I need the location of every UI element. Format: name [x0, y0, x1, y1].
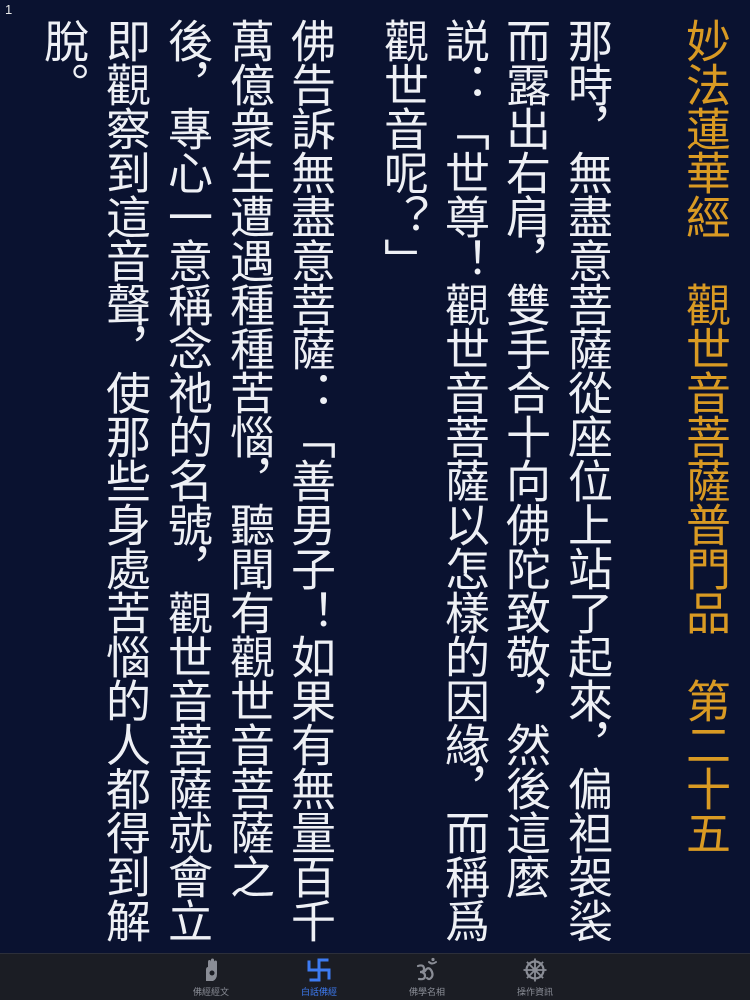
hand-icon [206, 958, 217, 981]
tab-operation-info[interactable]: 操作資訊 [490, 954, 580, 1000]
tab-buddhist-terms[interactable]: 佛學名相 [382, 954, 472, 1000]
scripture-column-1: 那時，無盡意菩薩從座位上站了起來，偏袒袈裟 [560, 18, 613, 942]
scripture-column-3: 説：「世尊！觀世音菩薩以怎樣的因緣，而稱爲 [437, 18, 490, 942]
tab-label: 白話佛經 [300, 988, 337, 998]
tab-label: 操作資訊 [516, 988, 553, 998]
scripture-column-5: 佛告訴無盡意菩薩：「善男子！如果有無量百千 [283, 18, 336, 942]
scripture-column-6: 萬億衆生遭遇種種苦惱，聽聞有觀世音菩薩之 [222, 18, 275, 898]
page-number: 1 [5, 2, 13, 17]
tab-vernacular-sutra[interactable]: 白話佛經 [274, 954, 364, 1000]
scripture-column-8: 即觀察到這音聲，使那些身處苦惱的人都得到解 [98, 18, 151, 942]
scripture-column-9: 脫。 [36, 18, 89, 106]
scripture-column-4: 觀世音呢？」 [376, 18, 429, 282]
tab-label: 佛經經文 [192, 988, 229, 998]
scripture-column-7: 後，專心一意稱念祂的名號，觀世音菩薩就會立 [160, 18, 213, 942]
tab-sutra-text[interactable]: 佛經經文 [166, 954, 256, 1000]
tab-label: 佛學名相 [408, 988, 445, 998]
dharma-wheel-icon [523, 958, 547, 982]
scripture-title: 妙法蓮華經 觀世音菩薩普門品 第二十五 [678, 18, 731, 854]
om-icon [416, 957, 437, 981]
scripture-column-2: 而露出右肩，雙手合十向佛陀致敬，然後這麼 [498, 18, 551, 898]
bottom-tab-bar: 佛經經文 白話佛經 佛學名相 操作資訊 [0, 953, 750, 1000]
swastika-icon [307, 958, 331, 982]
scripture-reader[interactable]: 妙法蓮華經 觀世音菩薩普門品 第二十五 那時，無盡意菩薩從座位上站了起來，偏袒袈… [20, 8, 740, 948]
